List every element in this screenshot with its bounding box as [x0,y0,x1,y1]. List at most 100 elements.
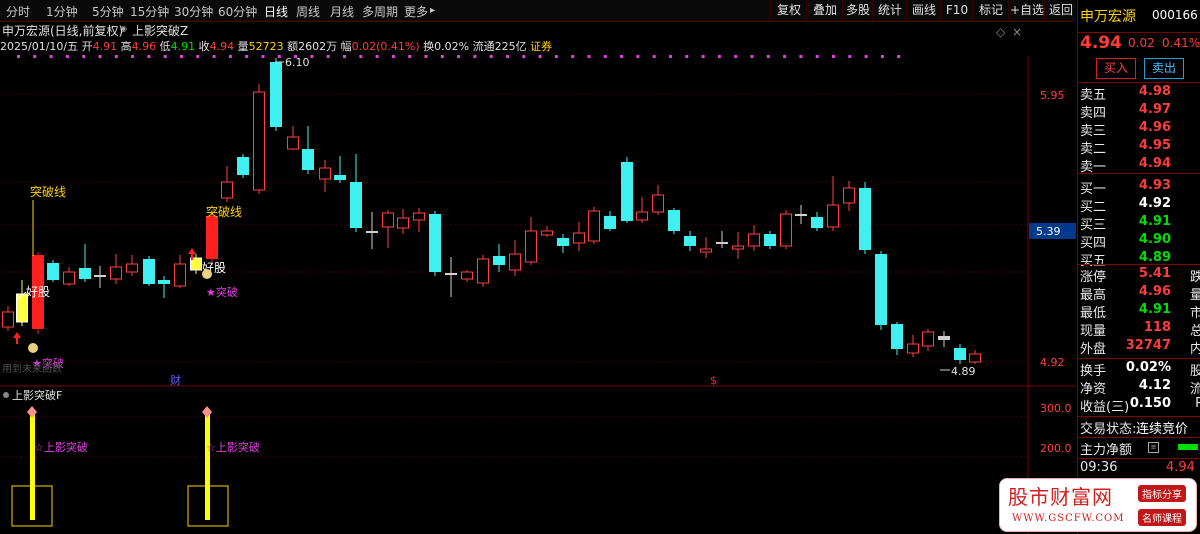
order-level-label: 买四 [1080,236,1107,251]
purple-dot [603,55,607,58]
price-axis-label: 4.92 [1040,356,1065,369]
stat-label: 换手 [1080,364,1107,379]
mark-button[interactable]: 标记 [972,0,1009,21]
candle-body [287,136,299,150]
purple-dot [864,55,868,58]
candlestick [891,322,903,355]
candle-body [509,253,521,271]
order-book-row[interactable]: 买三 4.91 [1080,214,1200,233]
candle-body [922,331,934,347]
purple-dot [522,55,526,58]
tab-daily[interactable]: 日线 [264,3,288,20]
candle-body [221,181,233,199]
tab-intraday[interactable]: 分时 [6,3,30,20]
order-book-row[interactable]: 卖四 4.97 [1080,102,1200,121]
candlestick [969,350,981,364]
candle-body [557,238,569,246]
order-book-row[interactable]: 买一 4.93 [1080,178,1200,197]
purple-dot [587,55,591,58]
purple-dot [131,55,135,58]
purple-dot [147,55,151,58]
purple-dot [489,55,493,58]
tab-weekly[interactable]: 周线 [296,3,320,20]
order-level-label: 卖二 [1080,142,1107,157]
order-book-row[interactable]: 买二 4.92 [1080,196,1200,215]
order-book-row[interactable]: 卖二 4.95 [1080,138,1200,157]
candle-body [827,204,839,228]
draw-line-button[interactable]: 画线 [906,0,941,21]
candlestick [732,232,744,259]
tab-more[interactable]: 更多 [404,3,428,20]
candle-body [954,348,966,360]
candlestick [541,226,553,237]
statistics-button[interactable]: 统计 [872,0,907,21]
tab-1min[interactable]: 1分钟 [46,3,78,20]
order-book-row[interactable]: 买四 4.90 [1080,232,1200,251]
sell-button[interactable]: 卖出 [1144,58,1184,79]
candlestick [2,306,14,331]
candle-body [811,217,823,228]
order-level-price: 4.96 [1138,120,1171,135]
candle-body [397,217,409,229]
back-button[interactable]: 返回 [1044,0,1077,21]
stat-cut-label: 内 [1189,342,1200,357]
candle-body [891,324,903,349]
tab-60min[interactable]: 60分钟 [218,3,257,20]
order-book-row[interactable]: 卖五 4.98 [1080,84,1200,103]
order-level-label: 买一 [1080,182,1107,197]
tab-15min[interactable]: 15分钟 [130,3,169,20]
adjust-button[interactable]: 复权 [770,0,807,21]
purple-dot [636,55,640,58]
order-level-label: 买三 [1080,218,1107,233]
dollar-marker[interactable]: $ [710,374,717,387]
purple-dot [897,55,901,58]
quote-panel: 申万宏源 000166 4.94 0.02 0.41% 买入 卖出 卖五 4.9… [1077,0,1200,534]
purple-dot [717,55,721,58]
f10-button[interactable]: F10 [940,0,973,21]
tab-multi-period[interactable]: 多周期 [362,3,398,20]
candlestick [588,207,600,244]
candle-body [716,242,728,244]
purple-dot [750,55,754,58]
candlestick [684,231,696,251]
purple-dot [815,55,819,58]
candlestick [827,176,839,231]
signal-label: ☆上影突破 [34,440,88,454]
candle-body [63,271,75,285]
more-arrow-icon[interactable]: ▸ [430,5,435,16]
tab-monthly[interactable]: 月线 [330,3,354,20]
candlestick [366,212,378,249]
candlestick [287,126,299,150]
signal-diamond-icon [202,406,212,418]
stock-code: 000166 [1152,8,1198,22]
buy-button[interactable]: 买入 [1096,58,1136,79]
multi-stock-button[interactable]: 多股 [842,0,873,21]
purple-dot [620,55,624,58]
purple-dot [33,55,37,58]
purple-dot [17,55,20,58]
purple-dot [880,55,884,58]
purple-dot [114,55,118,58]
tab-30min[interactable]: 30分钟 [174,3,213,20]
candle-body [573,232,585,244]
candlestick [445,257,457,297]
kline-chart[interactable]: 5.95 5.39 4.92 300.0 200.0 6.10 4.89 突破线… [0,22,1076,534]
detail-icon[interactable]: ≡ [1148,442,1159,453]
candle-body [636,211,648,221]
candle-body [477,258,489,284]
candlestick [604,211,616,231]
candlestick [143,256,155,286]
overlay-button[interactable]: 叠加 [806,0,843,21]
purple-dot [571,55,575,58]
purple-dot [832,55,835,58]
order-book-row[interactable]: 卖三 4.96 [1080,120,1200,139]
candle-body [780,213,792,247]
sub-indicator-title[interactable]: 上影突破F [12,388,62,402]
finance-marker[interactable]: 财 [170,373,181,387]
candle-body [604,216,616,229]
stock-name: 申万宏源 [1080,9,1136,25]
add-watchlist-button[interactable]: +自选 [1008,0,1045,21]
tab-5min[interactable]: 5分钟 [92,3,124,20]
purple-dot [783,55,787,58]
sub-toggle-icon[interactable] [3,392,9,398]
